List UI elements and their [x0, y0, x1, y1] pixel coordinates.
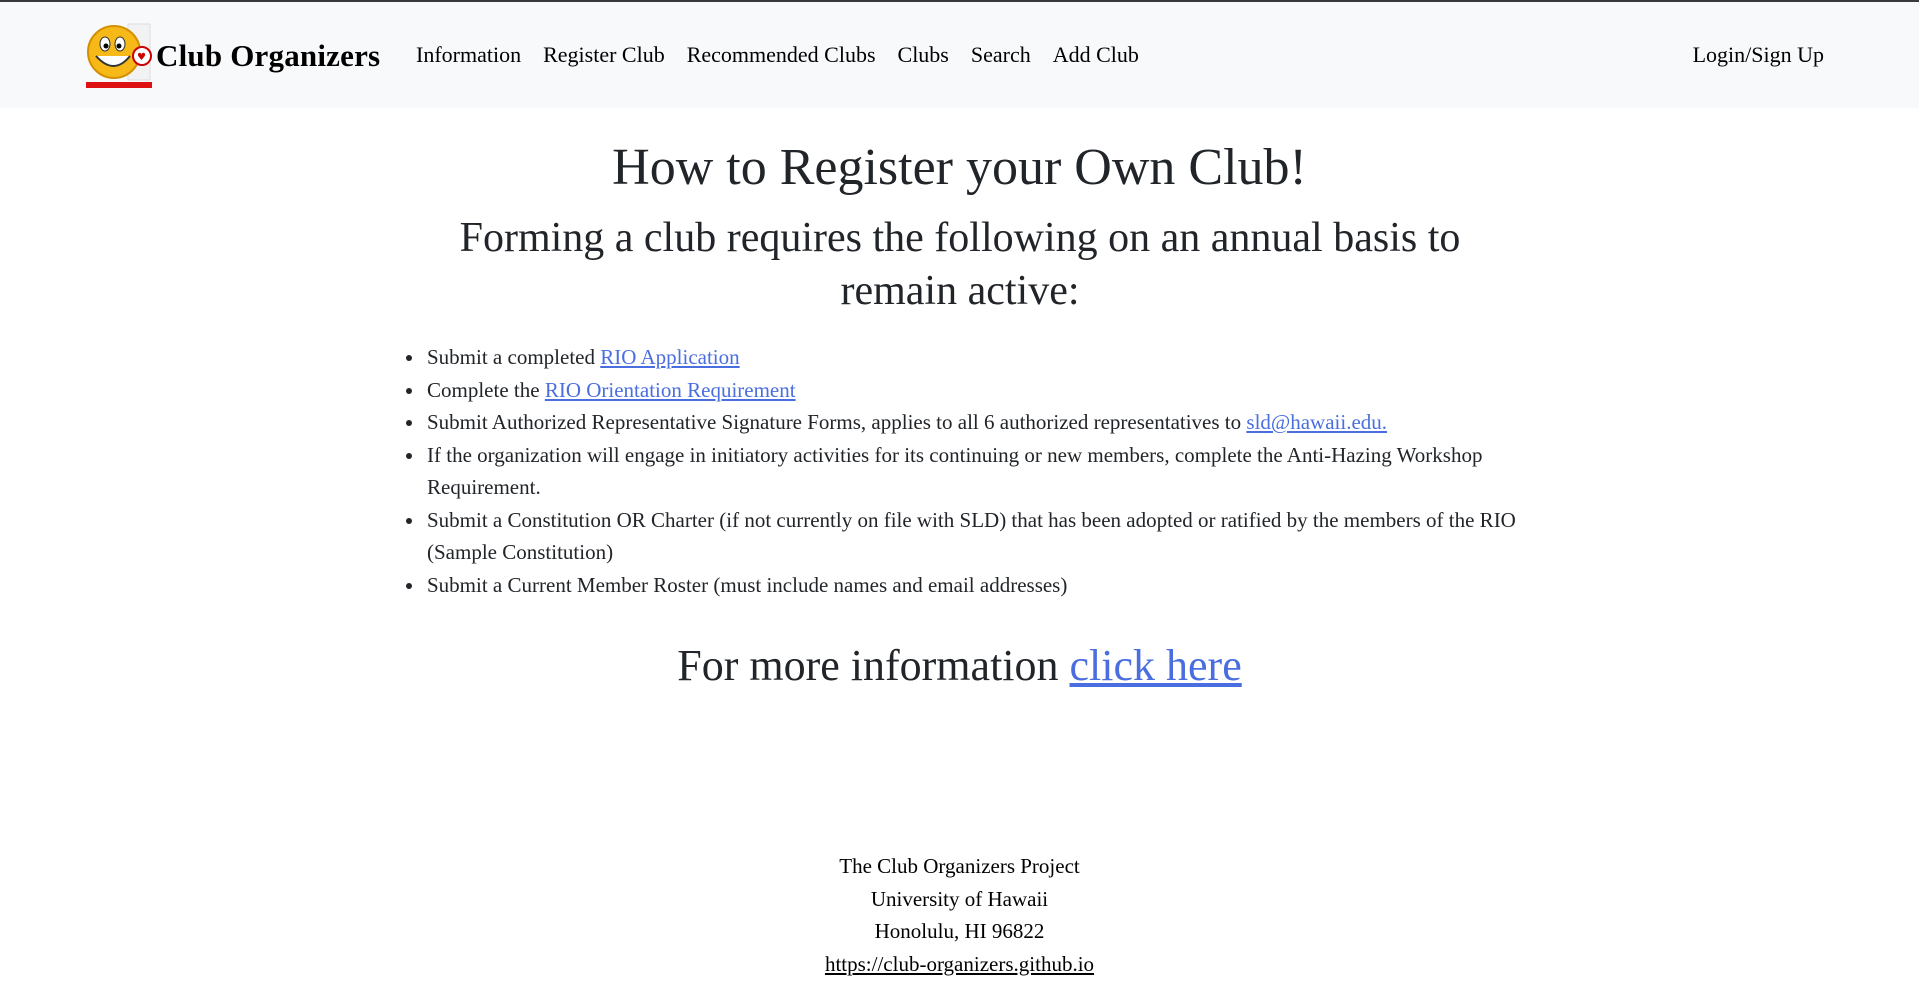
- list-item-text: Complete the: [427, 377, 545, 402]
- footer-url-link[interactable]: https://club-organizers.github.io: [825, 952, 1094, 976]
- list-item-text: Submit a completed: [427, 345, 601, 369]
- smiley-face-logo-icon[interactable]: ♥: [84, 22, 154, 90]
- nav-item-add-club[interactable]: Add Club: [1053, 42, 1139, 68]
- list-item: Complete the RIO Orientation Requirement: [425, 374, 1545, 407]
- page-subtitle: Forming a club requires the following on…: [459, 215, 1461, 314]
- footer-project-name: The Club Organizers Project: [839, 854, 1080, 878]
- footer-university: University of Hawaii: [870, 886, 1049, 911]
- brand[interactable]: ♥ Club Organizers: [84, 22, 380, 90]
- list-item-text: Submit a Constitution OR Charter (if not…: [427, 507, 1516, 565]
- list-item: If the organization will engage in initi…: [425, 439, 1545, 504]
- navbar: ♥ Club Organizers Information Register C…: [0, 2, 1919, 108]
- rio-orientation-link[interactable]: RIO Orientation Requirement: [545, 378, 796, 402]
- list-item-text: Submit a Current Member Roster (must inc…: [427, 572, 1068, 597]
- nav-item-register-club[interactable]: Register Club: [543, 42, 665, 68]
- list-item-text: If the organization will engage in initi…: [427, 442, 1483, 500]
- rio-application-link[interactable]: RIO Application: [600, 345, 739, 369]
- list-item: Submit a Current Member Roster (must inc…: [425, 569, 1545, 602]
- more-info: For more information click here: [0, 640, 1919, 691]
- list-item: Submit Authorized Representative Signatu…: [425, 406, 1545, 439]
- page-title: How to Register your Own Club!: [612, 139, 1307, 196]
- footer-address: Honolulu, HI 96822: [874, 919, 1045, 943]
- nav-item-search[interactable]: Search: [971, 42, 1031, 68]
- sld-email-link[interactable]: sld@hawaii.edu.: [1246, 410, 1387, 434]
- nav-item-recommended-clubs[interactable]: Recommended Clubs: [687, 42, 876, 68]
- footer: The Club Organizers Project University o…: [0, 850, 1919, 980]
- click-here-link[interactable]: click here: [1070, 641, 1242, 690]
- list-item: Submit a completed RIO Application: [425, 341, 1545, 374]
- requirements-list: Submit a completed RIO Application Compl…: [405, 341, 1545, 601]
- brand-title[interactable]: Club Organizers: [156, 38, 380, 74]
- login-signup-link[interactable]: Login/Sign Up: [1693, 42, 1824, 68]
- svg-text:♥: ♥: [137, 52, 146, 63]
- nav-links: Information Register Club Recommended Cl…: [416, 42, 1139, 68]
- more-info-text: For more information: [677, 641, 1070, 690]
- list-item-text: Submit Authorized Representative Signatu…: [427, 410, 1247, 434]
- nav-item-clubs[interactable]: Clubs: [898, 42, 949, 68]
- nav-item-information[interactable]: Information: [416, 42, 521, 68]
- list-item: Submit a Constitution OR Charter (if not…: [425, 504, 1545, 569]
